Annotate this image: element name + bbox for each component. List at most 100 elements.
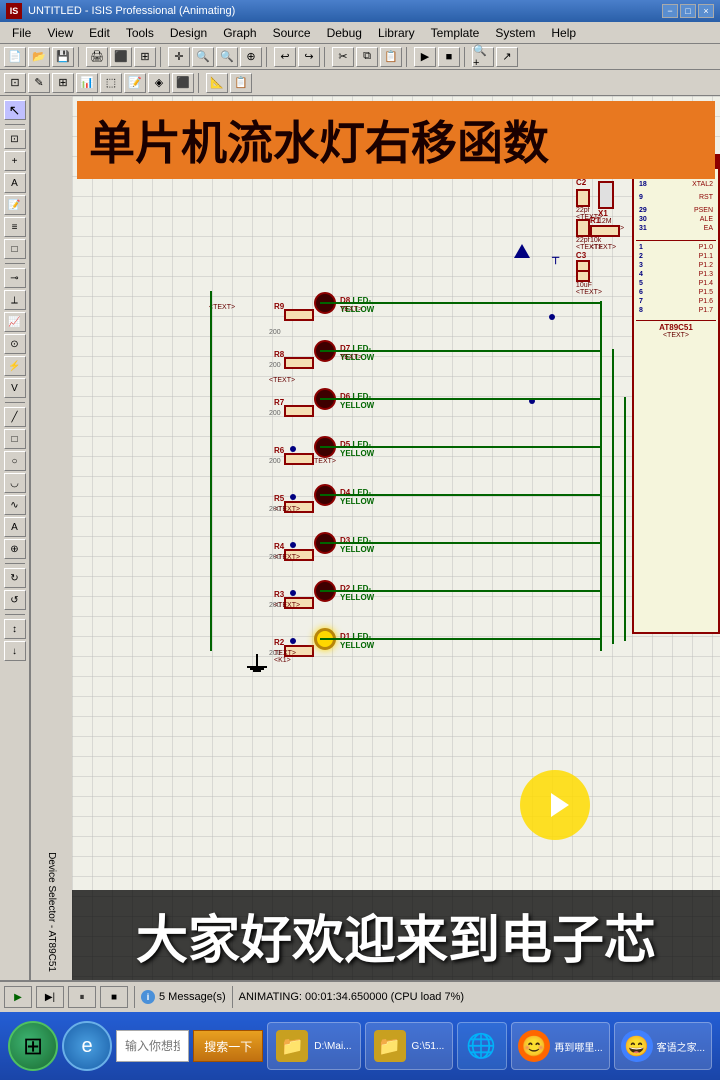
ie-button[interactable]: e [62, 1021, 112, 1071]
tb-run[interactable]: ▶ [414, 47, 436, 67]
taskbar-folder2[interactable]: 📁 G:\51... [365, 1022, 454, 1070]
pin-psen: 29 PSEN [636, 206, 716, 215]
maximize-button[interactable]: □ [680, 4, 696, 18]
tool-gen[interactable]: ⚡ [4, 356, 26, 376]
tb-zoom-all[interactable]: ⊕ [240, 47, 262, 67]
play-button[interactable]: ▶ [4, 986, 32, 1008]
tool-circle[interactable]: ○ [4, 451, 26, 471]
tray-item-1[interactable]: 😊 再到哪里... [511, 1022, 609, 1070]
pin-p13: 4 P1.3 [636, 270, 716, 279]
main-area: ↖ ⊡ + A 📝 ≡ □ ⊸ ⟂ 📈 ⊙ ⚡ V ╱ □ ○ ◡ ∿ A ⊕ … [0, 96, 720, 980]
tb-zoom-out[interactable]: 🔍 [216, 47, 238, 67]
menu-debug[interactable]: Debug [319, 24, 370, 42]
tool-rotate-ccw[interactable]: ↺ [4, 590, 26, 610]
tb2-4[interactable]: 📊 [76, 73, 98, 93]
tool-junction[interactable]: + [4, 151, 26, 171]
menu-help[interactable]: Help [543, 24, 584, 42]
tb2-3[interactable]: ⊞ [52, 73, 74, 93]
tool-select[interactable]: ↖ [4, 100, 26, 120]
tray-text-2: 客语之家... [657, 1039, 705, 1054]
menu-library[interactable]: Library [370, 24, 423, 42]
menu-file[interactable]: File [4, 24, 39, 42]
tb-zoom-in[interactable]: 🔍 [192, 47, 214, 67]
search-bar-container [116, 1030, 189, 1062]
tool-path[interactable]: ∿ [4, 495, 26, 515]
tool-sym[interactable]: ⊕ [4, 539, 26, 559]
tb-area[interactable]: ⬛ [110, 47, 132, 67]
menu-design[interactable]: Design [162, 24, 215, 42]
menu-edit[interactable]: Edit [81, 24, 118, 42]
search-input[interactable] [125, 1039, 180, 1053]
tb-redo[interactable]: ↪ [298, 47, 320, 67]
stop-button[interactable]: ■ [100, 986, 128, 1008]
play-step-button[interactable]: ▶| [36, 986, 64, 1008]
tb-open[interactable]: 📂 [28, 47, 50, 67]
side-sep4 [5, 563, 25, 564]
tb-paste[interactable]: 📋 [380, 47, 402, 67]
menu-view[interactable]: View [39, 24, 81, 42]
comp-panel: Device Selector - AT89C51 [30, 96, 72, 980]
tb-grid[interactable]: ⊞ [134, 47, 156, 67]
tool-move[interactable]: ↕ [4, 619, 26, 639]
search-button[interactable]: 搜索一下 [193, 1030, 263, 1062]
menu-tools[interactable]: Tools [118, 24, 162, 42]
ie-icon: e [81, 1035, 92, 1058]
tool-graph[interactable]: 📈 [4, 312, 26, 332]
tray-icon-2: 😄 [621, 1030, 653, 1062]
tool-bus[interactable]: ≡ [4, 217, 26, 237]
tool-pin[interactable]: ⟂ [4, 290, 26, 310]
tool-text[interactable]: 📝 [4, 195, 26, 215]
status-sep2 [232, 986, 233, 1008]
menu-system[interactable]: System [487, 24, 543, 42]
folder2-icon: 📁 [374, 1030, 406, 1062]
tool-text2[interactable]: A [4, 517, 26, 537]
menu-template[interactable]: Template [423, 24, 488, 42]
tray-item-2[interactable]: 😄 客语之家... [614, 1022, 712, 1070]
network-icon-btn[interactable]: 🌐 [457, 1022, 507, 1070]
tb2-5[interactable]: ⬚ [100, 73, 122, 93]
tool-down[interactable]: ↓ [4, 641, 26, 661]
power-symbol [514, 244, 530, 258]
tb-arrow[interactable]: ↗ [496, 47, 518, 67]
tb-print[interactable]: 🖨 [86, 47, 108, 67]
tb2-8[interactable]: ⬛ [172, 73, 194, 93]
tb-cut[interactable]: ✂ [332, 47, 354, 67]
tb-undo[interactable]: ↩ [274, 47, 296, 67]
tool-line[interactable]: ╱ [4, 407, 26, 427]
info-icon: i [141, 990, 155, 1004]
close-button[interactable]: × [698, 4, 714, 18]
tb2-9[interactable]: 📐 [206, 73, 228, 93]
tb-save[interactable]: 💾 [52, 47, 74, 67]
tool-box[interactable]: □ [4, 429, 26, 449]
tb2-2[interactable]: ✎ [28, 73, 50, 93]
tb-new[interactable]: 📄 [4, 47, 26, 67]
tb-zoom-extra[interactable]: 🔍+ [472, 47, 494, 67]
pause-button[interactable]: ⏸ [68, 986, 96, 1008]
menu-source[interactable]: Source [265, 24, 319, 42]
tool-rotate-cw[interactable]: ↻ [4, 568, 26, 588]
taskbar-folder1[interactable]: 📁 D:\Mai... [267, 1022, 360, 1070]
tb-stop[interactable]: ■ [438, 47, 460, 67]
wire-row3-h [320, 542, 600, 544]
led-row-7: R8 200 <TEXT> D7 LED-YELLOW TEXT> [214, 344, 259, 387]
tb2-7[interactable]: ◈ [148, 73, 170, 93]
tool-arc[interactable]: ◡ [4, 473, 26, 493]
minimize-button[interactable]: − [662, 4, 678, 18]
tool-component[interactable]: ⊡ [4, 129, 26, 149]
start-button[interactable]: ⊞ [8, 1021, 58, 1071]
tb-copy[interactable]: ⧉ [356, 47, 378, 67]
tb2-6[interactable]: 📝 [124, 73, 146, 93]
wire-row7-h [320, 350, 600, 352]
tool-tape[interactable]: ⊙ [4, 334, 26, 354]
tool-terminal[interactable]: ⊸ [4, 268, 26, 288]
tb-cross[interactable]: ✛ [168, 47, 190, 67]
tb2-10[interactable]: 📋 [230, 73, 252, 93]
tool-volt[interactable]: V [4, 378, 26, 398]
chip-name-label: AT89C51 [636, 323, 716, 332]
tool-sub[interactable]: □ [4, 239, 26, 259]
menu-graph[interactable]: Graph [215, 24, 264, 42]
schematic-canvas[interactable]: 单片机流水灯右移函数 U1 19 XTAL1 18 XTAL2 9 RST [72, 96, 720, 980]
tool-wire-label[interactable]: A [4, 173, 26, 193]
tray-text-1: 再到哪里... [554, 1039, 602, 1054]
tb2-1[interactable]: ⊡ [4, 73, 26, 93]
